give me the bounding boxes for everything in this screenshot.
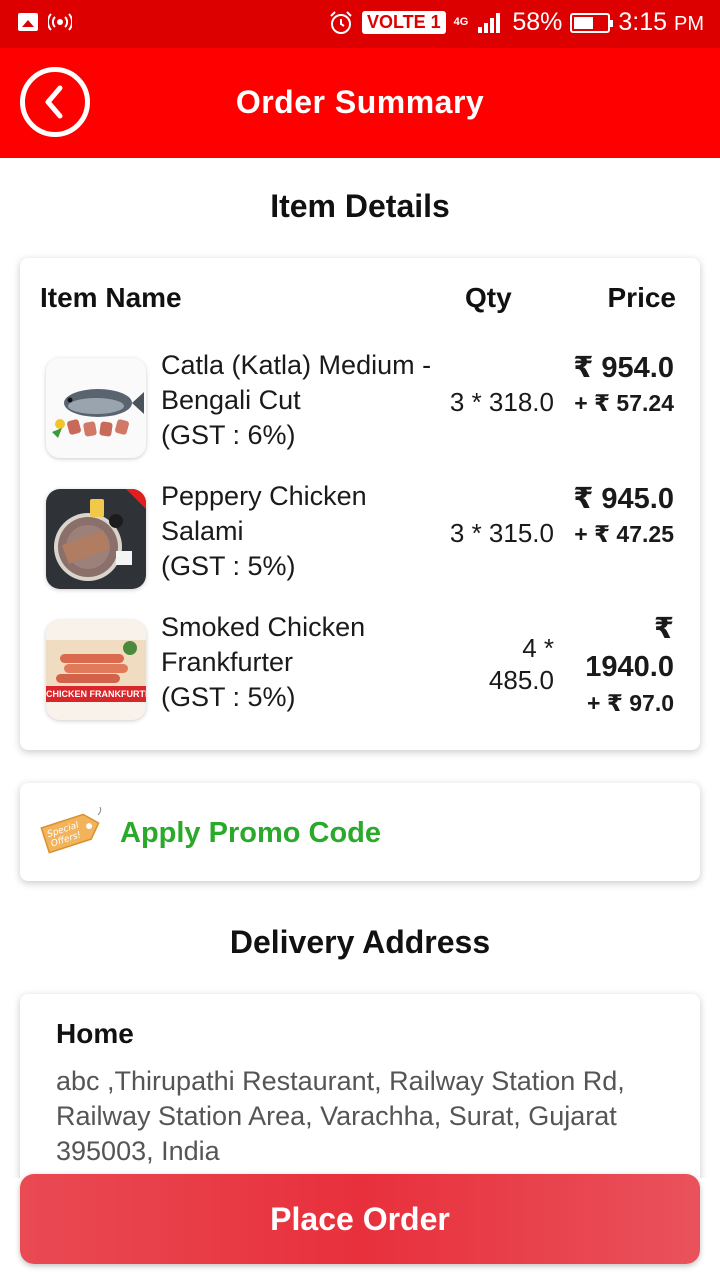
special-offer-tag-icon: Special Offers! xyxy=(38,806,104,857)
sausage-icon: CHICKEN FRANKFURTER xyxy=(46,620,146,720)
status-bar: VOLTE 1 4G 58% 3:15 PM xyxy=(0,0,720,48)
item-price: ₹ 1940.0 + ₹ 97.0 xyxy=(564,610,674,720)
item-tax: + ₹ 47.25 xyxy=(574,521,674,547)
item-details-title: Item Details xyxy=(270,188,450,224)
item-price: ₹ 945.0 + ₹ 47.25 xyxy=(556,481,674,551)
header-item-name: Item Name xyxy=(40,282,182,313)
item-price: ₹ 954.0 + ₹ 57.24 xyxy=(556,350,674,420)
battery-percent: 58% xyxy=(512,8,563,36)
clock: 3:15 PM xyxy=(618,8,704,36)
battery-level xyxy=(574,16,594,29)
volte-badge: VOLTE 1 xyxy=(361,11,446,34)
fish-icon xyxy=(46,358,146,458)
item-tax: + ₹ 97.0 xyxy=(587,690,674,716)
item-name: Smoked Chicken Frankfurter (GST : 5%) xyxy=(161,610,441,715)
item-qty: 4 * 485.0 xyxy=(488,633,554,695)
image-notification-icon xyxy=(18,13,38,31)
item-details-card: Item Name Qty Price Catla (Katla) Medium… xyxy=(20,258,700,750)
battery-icon xyxy=(570,12,614,33)
item-row: Peppery Chicken Salami (GST : 5%) 3 * 31… xyxy=(20,479,700,599)
product-label: CHICKEN FRANKFURTER xyxy=(46,686,146,702)
item-gst: (GST : 5%) xyxy=(161,682,296,712)
signal-icon xyxy=(478,12,501,33)
page-title: Order Summary xyxy=(235,84,485,120)
place-order-button[interactable]: Place Order xyxy=(20,1174,700,1264)
hotspot-icon xyxy=(48,13,72,31)
address-label: Home xyxy=(56,1018,134,1049)
item-row: Catla (Katla) Medium - Bengali Cut (GST … xyxy=(20,348,700,468)
item-tax: + ₹ 57.24 xyxy=(574,390,674,416)
apply-promo-button[interactable]: Special Offers! Apply Promo Code xyxy=(20,783,700,881)
salami-icon xyxy=(46,489,146,589)
item-gst: (GST : 6%) xyxy=(161,420,296,450)
network-type: 4G xyxy=(453,16,469,28)
header-qty: Qty xyxy=(465,282,512,313)
item-name: Peppery Chicken Salami (GST : 5%) xyxy=(161,479,441,584)
item-qty: 3 * 318.0 xyxy=(449,387,554,417)
header-price: Price xyxy=(607,282,677,313)
promo-label: Apply Promo Code xyxy=(120,817,382,849)
delivery-address-title: Delivery Address xyxy=(229,924,491,960)
item-qty: 3 * 315.0 xyxy=(449,518,554,548)
app-bar: Order Summary xyxy=(0,48,720,158)
item-name: Catla (Katla) Medium - Bengali Cut (GST … xyxy=(161,348,441,453)
alarm-icon xyxy=(330,10,352,34)
item-row: CHICKEN FRANKFURTER Smoked Chicken Frank… xyxy=(20,610,700,730)
item-gst: (GST : 5%) xyxy=(161,551,296,581)
address-text: abc ,Thirupathi Restaurant, Railway Stat… xyxy=(56,1066,625,1166)
